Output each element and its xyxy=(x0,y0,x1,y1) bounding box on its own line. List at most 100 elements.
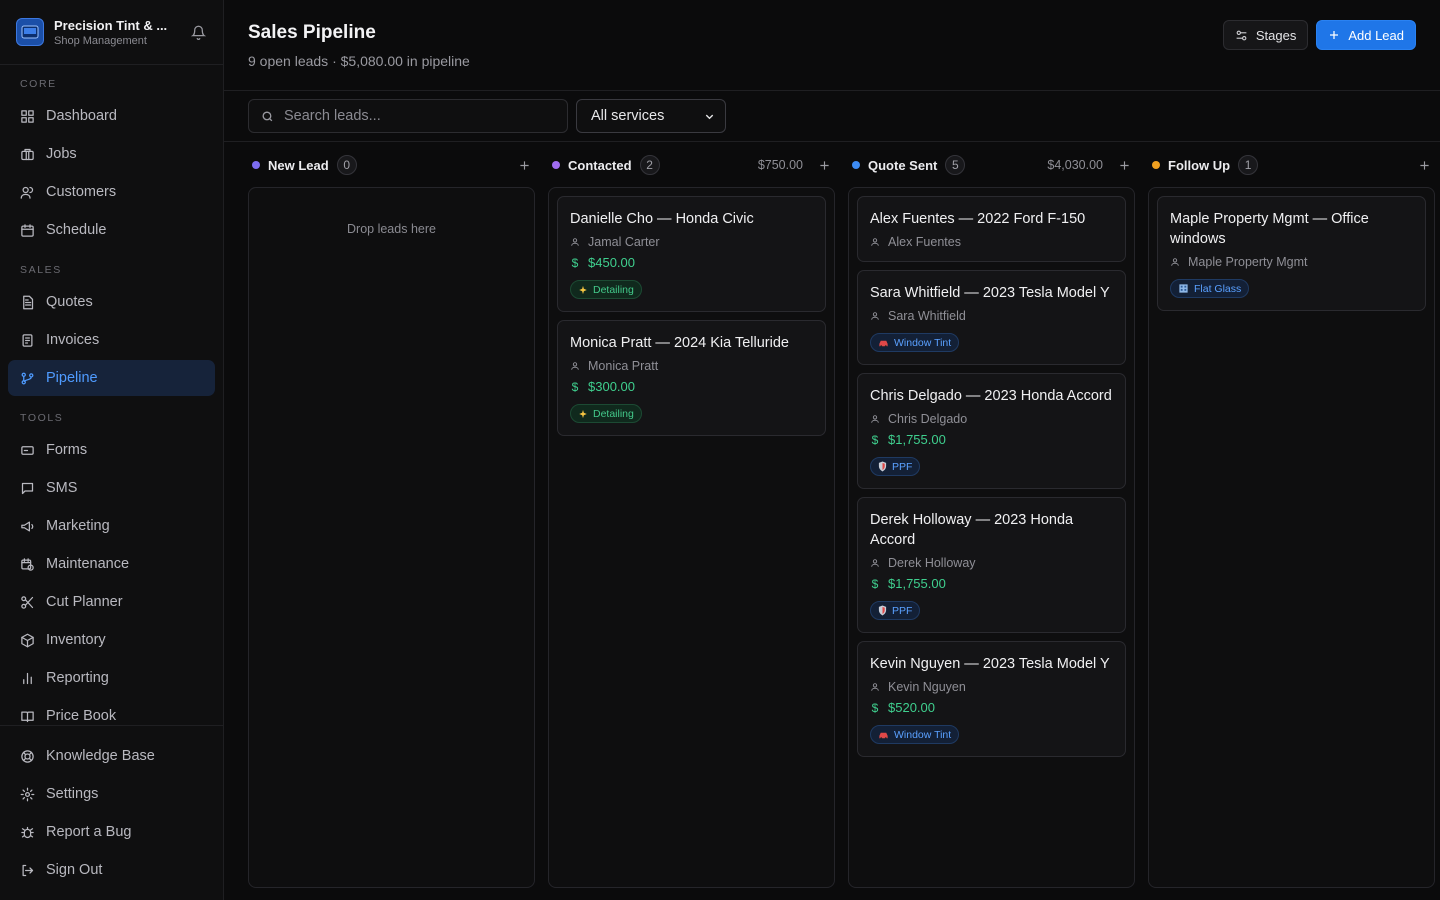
lead-card[interactable]: Monica Pratt — 2024 Kia Telluride Monica … xyxy=(557,320,826,436)
bar-chart-icon xyxy=(23,672,32,684)
sidebar-item-cut-planner[interactable]: Cut Planner xyxy=(8,584,215,620)
lead-card[interactable]: Kevin Nguyen — 2023 Tesla Model Y Kevin N… xyxy=(857,641,1126,757)
brand-logo[interactable] xyxy=(16,18,44,46)
lead-title: Maple Property Mgmt — Office windows xyxy=(1170,211,1369,247)
pipeline-column: New Lead 0 Drop leads here xyxy=(248,143,535,900)
user-icon xyxy=(571,362,579,370)
lead-title: Danielle Cho — Honda Civic xyxy=(570,211,754,227)
sidebar-item-customers[interactable]: Customers xyxy=(8,174,215,210)
sidebar-item-sign-out[interactable]: Sign Out xyxy=(8,852,215,888)
shield-icon xyxy=(878,605,887,616)
lead-value: $ $1,755.00 xyxy=(870,576,1113,591)
user-icon xyxy=(871,312,879,320)
calendar-icon xyxy=(21,223,34,237)
add-lead-button[interactable]: Add Lead xyxy=(1316,20,1416,50)
sliders-icon xyxy=(1236,30,1247,40)
sidebar-item-label: Settings xyxy=(46,786,99,802)
sidebar-item-label: Cut Planner xyxy=(46,594,123,610)
service-tag: Detailing xyxy=(570,404,642,423)
lead-title: Sara Whitfield — 2023 Tesla Model Y xyxy=(870,285,1110,301)
lead-amount: $300.00 xyxy=(588,379,635,394)
sidebar-item-forms[interactable]: Forms xyxy=(8,432,215,468)
sidebar-item-invoices[interactable]: Invoices xyxy=(8,322,215,358)
column-total: $750.00 xyxy=(757,158,803,172)
stages-button[interactable]: Stages xyxy=(1222,20,1309,50)
sidebar-item-settings[interactable]: Settings xyxy=(8,776,215,812)
service-tag: PPF xyxy=(870,601,921,620)
column-dropzone[interactable]: Danielle Cho — Honda Civic Jamal Carter $ $… xyxy=(548,187,835,888)
sidebar-item-label: Jobs xyxy=(46,146,77,162)
sidebar-item-dashboard[interactable]: Dashboard xyxy=(8,98,215,134)
lead-card[interactable]: Maple Property Mgmt — Office windows Mapl… xyxy=(1157,196,1426,311)
sidebar-item-report-a-bug[interactable]: Report a Bug xyxy=(8,814,215,850)
sidebar-item-jobs[interactable]: Jobs xyxy=(8,136,215,172)
service-tag-label: Detailing xyxy=(593,407,634,420)
sidebar: Precision Tint & ... Shop Management COR… xyxy=(0,0,224,900)
nav-section-sales: SALES xyxy=(20,264,62,276)
column-count-badge: 0 xyxy=(336,155,357,175)
lead-card[interactable]: Chris Delgado — 2023 Honda Accord Chris D… xyxy=(857,373,1126,489)
lead-card[interactable]: Derek Holloway — 2023 Honda Accord Derek … xyxy=(857,497,1126,633)
sidebar-item-pipeline[interactable]: Pipeline xyxy=(8,360,215,396)
page-subtitle: 9 open leads · $5,080.00 in pipeline xyxy=(248,53,470,69)
scissors-icon xyxy=(21,595,34,609)
sidebar-item-knowledge-base[interactable]: Knowledge Base xyxy=(8,738,215,774)
receipt-icon xyxy=(22,333,33,347)
lead-title: Derek Holloway — 2023 Honda Accord xyxy=(870,512,1074,548)
sidebar-item-marketing[interactable]: Marketing xyxy=(8,508,215,544)
add-card-icon[interactable] xyxy=(1417,158,1431,172)
dollar-icon: $ xyxy=(871,576,879,591)
lead-card[interactable]: Alex Fuentes — 2022 Ford F-150 Alex Fuent… xyxy=(857,196,1126,262)
sidebar-item-maintenance[interactable]: Maintenance xyxy=(8,546,215,582)
shield-icon xyxy=(878,461,887,472)
search-icon xyxy=(262,110,273,121)
lead-title: Monica Pratt — 2024 Kia Telluride xyxy=(570,335,789,351)
search-input[interactable] xyxy=(284,108,554,124)
sidebar-item-label: Inventory xyxy=(46,632,106,648)
sidebar-item-label: Report a Bug xyxy=(46,824,132,840)
lead-amount: $1,755.00 xyxy=(888,576,946,591)
user-icon xyxy=(571,238,579,246)
nav-section-core: CORE xyxy=(20,78,57,90)
stages-label: Stages xyxy=(1255,27,1297,43)
sidebar-item-quotes[interactable]: Quotes xyxy=(8,284,215,320)
column-count-badge: 2 xyxy=(639,155,660,175)
service-tag-label: Window Tint xyxy=(894,728,952,741)
lead-contact: Jamal Carter xyxy=(570,235,813,249)
page-header: Sales Pipeline 9 open leads · $5,080.00 … xyxy=(224,0,1440,91)
lead-card[interactable]: Danielle Cho — Honda Civic Jamal Carter $ $… xyxy=(557,196,826,312)
user-icon xyxy=(871,415,879,423)
nav-section-tools: TOOLS xyxy=(20,412,64,424)
sidebar-item-sms[interactable]: SMS xyxy=(8,470,215,506)
briefcase-icon xyxy=(21,148,34,160)
lead-contact: Chris Delgado xyxy=(870,412,1113,426)
column-dropzone[interactable]: Maple Property Mgmt — Office windows Mapl… xyxy=(1148,187,1435,888)
add-card-icon[interactable] xyxy=(817,158,831,172)
pipeline-column: Follow Up 1 Maple Property Mgmt — Office w… xyxy=(1148,143,1435,900)
lead-contact: Derek Holloway xyxy=(870,556,1113,570)
lead-card[interactable]: Sara Whitfield — 2023 Tesla Model Y Sara … xyxy=(857,270,1126,365)
sidebar-item-label: Dashboard xyxy=(46,108,117,124)
lead-title: Alex Fuentes — 2022 Ford F-150 xyxy=(870,211,1086,227)
bell-icon[interactable] xyxy=(189,23,207,41)
column-header: Contacted 2 $750.00 xyxy=(548,143,835,187)
service-filter-select[interactable]: All services xyxy=(576,99,726,133)
sidebar-item-label: Maintenance xyxy=(46,556,130,572)
search-box[interactable] xyxy=(248,99,568,133)
sidebar-item-label: Knowledge Base xyxy=(46,748,155,764)
gear-icon xyxy=(20,787,35,801)
add-card-icon[interactable] xyxy=(517,158,531,172)
dollar-icon: $ xyxy=(571,255,579,270)
service-filter-value: All services xyxy=(591,108,665,124)
lead-title: Kevin Nguyen — 2023 Tesla Model Y xyxy=(870,656,1110,672)
sidebar-item-reporting[interactable]: Reporting xyxy=(8,660,215,696)
service-tag-label: PPF xyxy=(892,460,913,473)
sidebar-item-inventory[interactable]: Inventory xyxy=(8,622,215,658)
sidebar-item-label: Pipeline xyxy=(46,370,98,386)
add-card-icon[interactable] xyxy=(1117,158,1131,172)
sidebar-item-schedule[interactable]: Schedule xyxy=(8,212,215,248)
lead-value: $ $1,755.00 xyxy=(870,432,1113,447)
plus-icon xyxy=(1330,31,1339,39)
column-dropzone[interactable]: Drop leads here xyxy=(248,187,535,888)
column-dropzone[interactable]: Alex Fuentes — 2022 Ford F-150 Alex Fuent… xyxy=(848,187,1135,888)
